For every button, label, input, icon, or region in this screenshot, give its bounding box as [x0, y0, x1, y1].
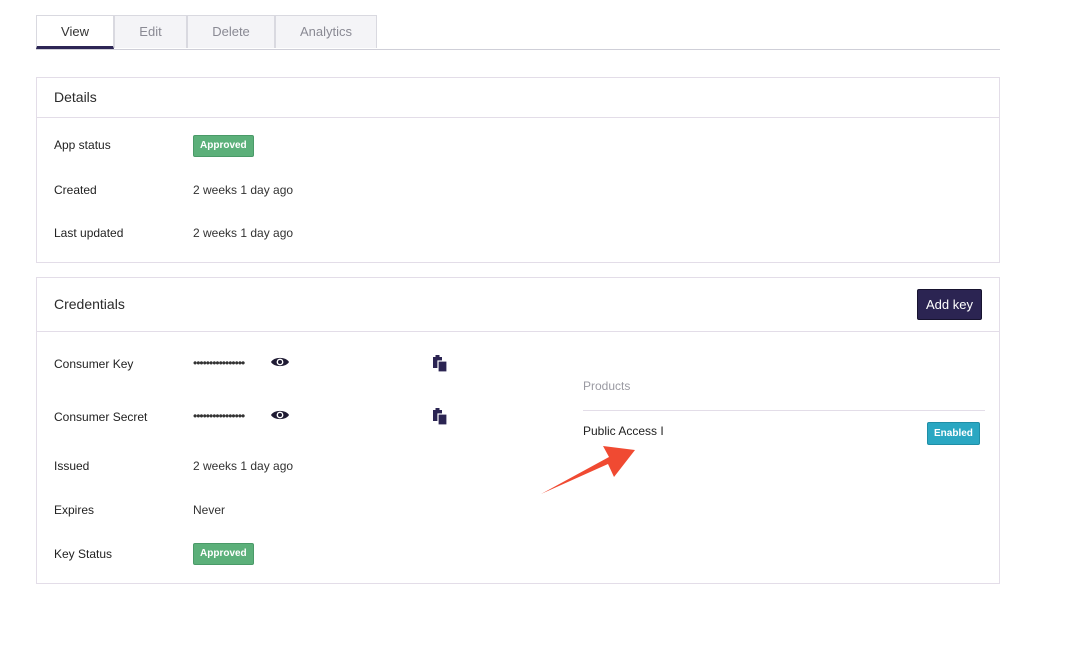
key-status-badge: Approved	[193, 543, 254, 565]
tab-bar: View Edit Delete Analytics	[36, 15, 1000, 50]
tab-analytics[interactable]: Analytics	[275, 15, 377, 48]
red-arrow-annotation	[541, 446, 635, 494]
clipboard-icon[interactable]	[433, 355, 448, 377]
issued-value: 2 weeks 1 day ago	[193, 459, 294, 473]
last-updated-label: Last updated	[54, 226, 124, 240]
consumer-secret-label: Consumer Secret	[54, 410, 148, 424]
last-updated-value: 2 weeks 1 day ago	[193, 226, 294, 240]
key-status-label: Key Status	[54, 547, 113, 561]
consumer-key-masked: ••••••••••••••••	[193, 356, 245, 370]
credentials-title: Credentials	[37, 278, 999, 332]
expires-value: Never	[193, 503, 226, 517]
credentials-title-text: Credentials	[54, 296, 125, 312]
tab-view[interactable]: View	[36, 15, 114, 49]
details-title: Details	[37, 78, 999, 118]
details-panel: Details App status Approved Created 2 we…	[36, 77, 1000, 263]
consumer-key-label: Consumer Key	[54, 357, 134, 371]
consumer-secret-masked: ••••••••••••••••	[193, 409, 245, 423]
issued-label: Issued	[54, 459, 90, 473]
products-divider	[583, 410, 985, 411]
app-status-label: App status	[54, 138, 111, 152]
clipboard-icon[interactable]	[433, 408, 448, 430]
eye-icon[interactable]	[270, 408, 290, 427]
products-title: Products	[583, 379, 631, 393]
expires-label: Expires	[54, 503, 95, 517]
product-name: Public Access I	[583, 424, 664, 438]
add-key-button[interactable]: Add key	[917, 289, 982, 320]
tab-edit[interactable]: Edit	[114, 15, 187, 48]
app-status-badge: Approved	[193, 135, 254, 157]
created-label: Created	[54, 183, 97, 197]
eye-icon[interactable]	[270, 355, 290, 374]
tab-delete[interactable]: Delete	[187, 15, 275, 48]
created-value: 2 weeks 1 day ago	[193, 183, 294, 197]
product-status-badge: Enabled	[927, 422, 980, 445]
credentials-panel: Credentials Add key Consumer Key •••••••…	[36, 277, 1000, 584]
